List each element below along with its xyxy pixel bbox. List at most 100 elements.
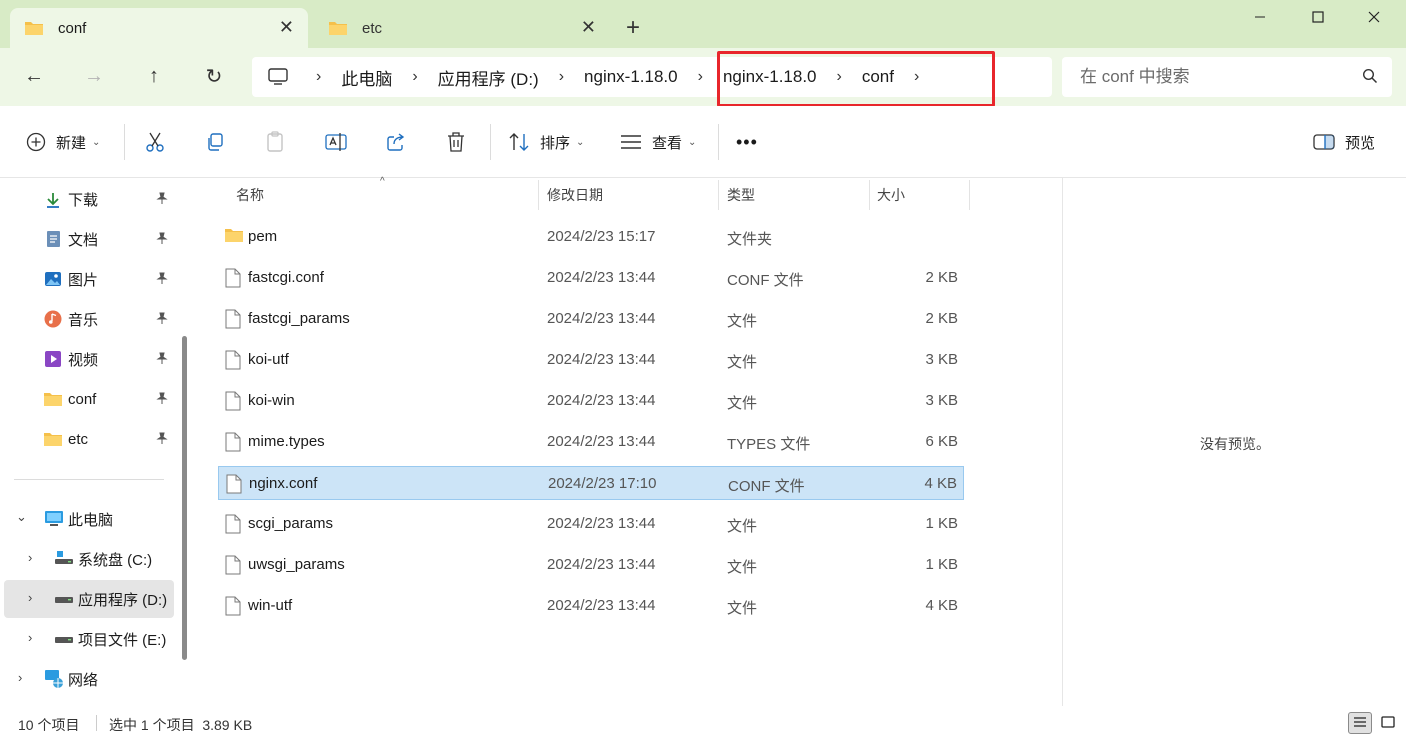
highlight-annotation [717,51,995,107]
monitor-icon[interactable] [268,68,288,86]
sidebar-item-network[interactable]: › 网络 [0,660,176,698]
refresh-button[interactable]: ↻ [196,60,232,92]
sort-ascending-icon: ^ [380,176,385,187]
view-button[interactable]: 查看 ⌄ [620,126,696,158]
sidebar-scrollbar[interactable] [182,336,187,660]
file-row[interactable]: nginx.conf 2024/2/23 17:10 CONF 文件 4 KB [218,466,964,500]
up-button[interactable]: ↑ [136,60,172,92]
sidebar-divider [14,479,164,480]
sidebar-item-videos[interactable]: 视频 [0,340,176,378]
file-name: koi-utf [248,351,289,368]
file-size: 2 KB [925,310,958,327]
file-name: uwsgi_params [248,556,345,573]
item-count: 10 个项目 [18,717,80,733]
sidebar-item-downloads[interactable]: 下载 [0,180,176,218]
chevron-right-icon[interactable]: › [28,550,32,565]
file-size: 1 KB [925,515,958,532]
column-header-type[interactable]: 类型 [727,178,755,212]
file-row[interactable]: mime.types 2024/2/23 13:44 TYPES 文件 6 KB [218,425,964,459]
large-icons-view-button[interactable] [1376,712,1400,734]
sidebar-item-drive-d[interactable]: › 应用程序 (D:) [4,580,174,618]
file-row[interactable]: koi-win 2024/2/23 13:44 文件 3 KB [218,384,964,418]
chevron-right-icon[interactable]: › [559,68,564,86]
file-row[interactable]: scgi_params 2024/2/23 13:44 文件 1 KB [218,507,964,541]
chevron-right-icon[interactable]: › [28,590,32,605]
download-icon [44,191,64,209]
delete-button[interactable] [446,126,466,158]
tab-etc[interactable]: etc ✕ [314,8,610,48]
column-header-date[interactable]: 修改日期 [547,178,603,212]
file-row[interactable]: fastcgi_params 2024/2/23 13:44 文件 2 KB [218,302,964,336]
sidebar-item-label: 下载 [68,191,99,209]
file-row[interactable]: pem 2024/2/23 15:17 文件夹 [218,220,964,254]
maximize-button[interactable] [1296,2,1340,32]
column-divider[interactable] [869,180,870,210]
share-icon [386,132,406,152]
file-row[interactable]: win-utf 2024/2/23 13:44 文件 4 KB [218,589,964,623]
computer-icon [44,510,64,528]
rename-button[interactable] [325,126,347,158]
sort-button[interactable]: 排序 ⌄ [508,126,584,158]
file-icon [225,474,243,498]
new-tab-button[interactable]: + [626,14,640,42]
search-input[interactable] [1080,67,1350,87]
sidebar-item-music[interactable]: 音乐 [0,300,176,338]
tab-conf[interactable]: conf ✕ [10,8,308,48]
file-size: 3 KB [925,392,958,409]
network-icon [44,669,64,688]
view-icon [620,133,642,151]
paste-button[interactable] [265,126,285,158]
breadcrumb-nginx-outer[interactable]: nginx-1.18.0 [584,67,678,87]
file-row[interactable]: uwsgi_params 2024/2/23 13:44 文件 1 KB [218,548,964,582]
navigation-pane: 下载 文档 图片 音乐 视频 conf etc ⌄ 此电脑 › 系统盘 (C:)… [0,178,192,706]
close-tab-button[interactable]: ✕ [279,18,294,36]
close-window-button[interactable] [1352,2,1396,32]
details-view-button[interactable] [1348,712,1372,734]
file-row[interactable]: koi-utf 2024/2/23 13:44 文件 3 KB [218,343,964,377]
file-type: 文件夹 [727,231,773,248]
chevron-right-icon[interactable]: › [698,68,703,86]
sidebar-item-etc[interactable]: etc [0,420,176,458]
column-header-name[interactable]: 名称 [236,178,264,212]
search-icon[interactable] [1362,68,1378,88]
file-name: koi-win [248,392,295,409]
column-divider[interactable] [969,180,970,210]
new-button[interactable]: 新建 ⌄ [26,126,100,158]
sidebar-item-documents[interactable]: 文档 [0,220,176,258]
preview-pane-icon [1313,133,1335,151]
column-header-size[interactable]: 大小 [877,178,905,212]
sidebar-item-label: 此电脑 [68,511,114,529]
sidebar-item-pictures[interactable]: 图片 [0,260,176,298]
sort-icon [508,132,530,152]
chevron-right-icon[interactable]: › [18,670,22,685]
forward-button[interactable]: → [76,60,112,92]
close-tab-button[interactable]: ✕ [581,18,596,36]
breadcrumb-this-pc[interactable]: 此电脑 [341,65,392,90]
column-divider[interactable] [538,180,539,210]
folder-icon [44,392,64,410]
column-divider[interactable] [718,180,719,210]
chevron-right-icon[interactable]: › [316,68,321,86]
chevron-down-icon[interactable]: ⌄ [16,509,27,525]
minimize-button[interactable] [1238,2,1282,32]
copy-button[interactable] [205,126,225,158]
more-options-button[interactable]: ••• [736,126,758,158]
chevron-right-icon[interactable]: › [28,630,32,645]
no-preview-text: 没有预览。 [1200,436,1270,452]
tab-label: conf [58,19,87,37]
cut-button[interactable] [145,126,165,158]
share-button[interactable] [386,126,406,158]
chevron-right-icon[interactable]: › [412,68,417,86]
breadcrumb-drive-d[interactable]: 应用程序 (D:) [438,65,539,90]
sidebar-item-drive-c[interactable]: › 系统盘 (C:) [0,540,176,578]
search-box[interactable] [1062,57,1392,97]
file-list: ^ 名称 修改日期 类型 大小 pem 2024/2/23 15:17 文件夹 fas… [198,176,1062,706]
file-row[interactable]: fastcgi.conf 2024/2/23 13:44 CONF 文件 2 KB [218,261,964,295]
sidebar-item-this-pc[interactable]: ⌄ 此电脑 [0,500,176,538]
preview-button[interactable]: 预览 [1313,126,1375,158]
sidebar-item-conf[interactable]: conf [0,380,176,418]
sidebar-item-drive-e[interactable]: › 项目文件 (E:) [0,620,176,658]
file-icon [224,350,242,374]
toolbar-divider [718,124,719,160]
back-button[interactable]: ← [16,60,52,92]
